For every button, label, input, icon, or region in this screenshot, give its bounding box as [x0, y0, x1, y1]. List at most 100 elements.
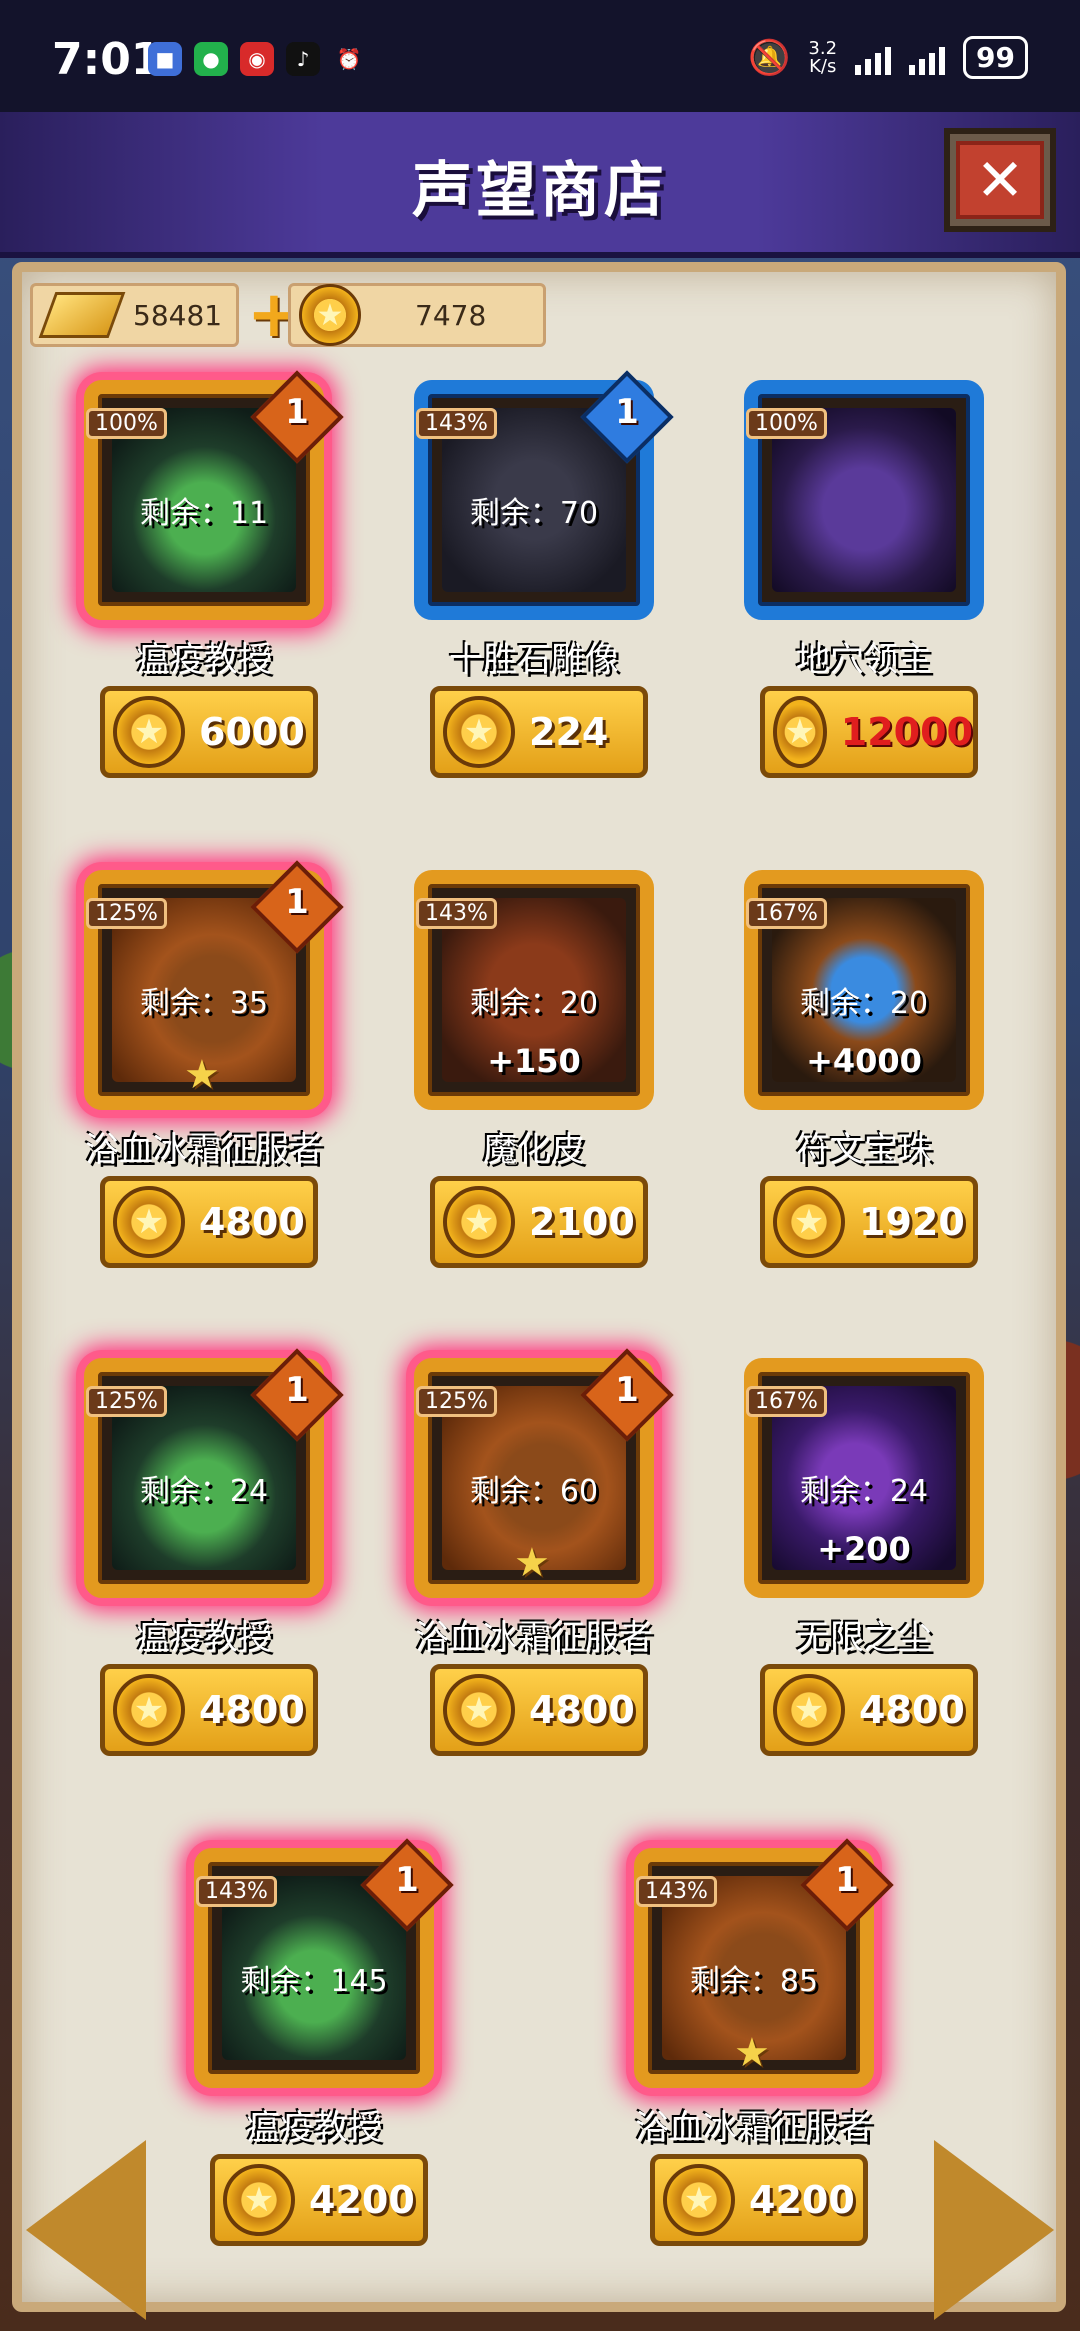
status-bar: 7:01 ■ ● ◉ ♪ ⏰ 🔕 3.2 K/s 99	[0, 0, 1080, 120]
item-price: 1920	[859, 1200, 965, 1244]
bonus-amount: +150	[487, 1042, 581, 1080]
gold-bar-icon	[38, 292, 126, 338]
item-name: 瘟疫教授	[246, 2108, 382, 2148]
coin-amount: 7478	[415, 298, 487, 332]
item-name: 符文宝珠	[796, 1130, 932, 1170]
coin-icon: ★	[773, 696, 827, 768]
discount-tag: 167%	[746, 1386, 827, 1417]
item-price: 4800	[199, 1688, 305, 1732]
speed-value: 3.2	[808, 37, 838, 59]
badge-number: 1	[285, 882, 309, 922]
buy-button[interactable]: ★ 224	[430, 686, 648, 778]
item-price: 4200	[309, 2178, 415, 2222]
discount-tag: 125%	[86, 898, 167, 929]
network-speed: 3.2 K/s	[808, 37, 838, 77]
coin-icon: ★	[113, 1186, 185, 1258]
item-price: 4800	[199, 1200, 305, 1244]
remaining-count: 剩余：20	[799, 986, 929, 1021]
badge-number: 1	[285, 392, 309, 432]
status-time: 7:01	[52, 34, 162, 85]
app-icon: ■	[148, 42, 182, 76]
coin-icon: ★	[773, 1186, 845, 1258]
next-page-arrow-icon[interactable]	[934, 2140, 1054, 2320]
discount-tag: 143%	[416, 898, 497, 929]
star-icon: ★	[734, 2030, 770, 2076]
star-icon: ★	[184, 1052, 220, 1098]
gold-amount: 58481	[133, 298, 223, 332]
badge-number: 1	[615, 392, 639, 432]
remaining-count: 剩余：24	[799, 1474, 929, 1509]
item-price: 2100	[529, 1200, 635, 1244]
item-name: 浴血冰霜征服者	[415, 1618, 653, 1658]
buy-button[interactable]: ★ 4200	[210, 2154, 428, 2246]
tiktok-icon: ♪	[286, 42, 320, 76]
item-name: 瘟疫教授	[136, 640, 272, 680]
prev-page-arrow-icon[interactable]	[26, 2140, 146, 2320]
discount-tag: 143%	[196, 1876, 277, 1907]
mute-bell-icon: 🔕	[748, 37, 791, 78]
discount-tag: 125%	[86, 1386, 167, 1417]
remaining-count: 剩余：11	[139, 496, 269, 531]
buy-button[interactable]: ★ 1920	[760, 1176, 978, 1268]
page-title: 声望商店	[412, 156, 668, 226]
item-price: 4200	[749, 2178, 855, 2222]
buy-button[interactable]: ★ 4800	[100, 1664, 318, 1756]
discount-tag: 143%	[636, 1876, 717, 1907]
coin-icon: ★	[663, 2164, 735, 2236]
item-price: 12000	[840, 710, 973, 754]
bonus-amount: +4000	[806, 1042, 922, 1080]
coin-icon: ★	[223, 2164, 295, 2236]
remaining-count: 剩余：35	[139, 986, 269, 1021]
coin-icon: ★	[113, 1674, 185, 1746]
item-name: 十胜石雕像	[449, 640, 619, 680]
badge-number: 1	[835, 1860, 859, 1900]
remaining-count: 剩余：20	[469, 986, 599, 1021]
close-button[interactable]: ✕	[944, 128, 1056, 232]
status-right: 🔕 3.2 K/s 99	[748, 36, 1028, 79]
remaining-count: 剩余：85	[689, 1964, 819, 1999]
remaining-count: 剩余：70	[469, 496, 599, 531]
coin-box: ★ 7478	[288, 283, 546, 347]
battery-indicator: 99	[963, 36, 1028, 79]
buy-button[interactable]: ★ 4800	[760, 1664, 978, 1756]
discount-tag: 167%	[746, 898, 827, 929]
item-name: 瘟疫教授	[136, 1618, 272, 1658]
star-icon: ★	[514, 1540, 550, 1586]
coin-icon: ★	[443, 1186, 515, 1258]
item-name: 浴血冰霜征服者	[635, 2108, 873, 2148]
signal-icon	[855, 41, 892, 75]
gold-currency: 58481 +	[30, 278, 301, 352]
speed-unit: K/s	[809, 55, 837, 77]
discount-tag: 143%	[416, 408, 497, 439]
item-price: 224	[529, 710, 609, 754]
buy-button[interactable]: ★ 6000	[100, 686, 318, 778]
coin-icon: ★	[773, 1674, 845, 1746]
buy-button[interactable]: ★ 12000	[760, 686, 978, 778]
coin-icon: ★	[443, 1674, 515, 1746]
badge-number: 1	[285, 1370, 309, 1410]
buy-button[interactable]: ★ 4800	[430, 1664, 648, 1756]
remaining-count: 剩余：60	[469, 1474, 599, 1509]
item-name: 浴血冰霜征服者	[85, 1130, 323, 1170]
buy-button[interactable]: ★ 4800	[100, 1176, 318, 1268]
badge-number: 1	[615, 1370, 639, 1410]
item-name: 无限之尘	[796, 1618, 932, 1658]
bank-icon: ◉	[240, 42, 274, 76]
gold-box: 58481	[30, 283, 240, 347]
discount-tag: 125%	[416, 1386, 497, 1417]
discount-tag: 100%	[86, 408, 167, 439]
wechat-icon: ●	[194, 42, 228, 76]
close-icon: ✕	[956, 141, 1044, 219]
item-price: 4800	[859, 1688, 965, 1732]
coin-icon: ★	[443, 696, 515, 768]
discount-tag: 100%	[746, 408, 827, 439]
bonus-amount: +200	[817, 1530, 911, 1568]
prestige-coin-icon: ★	[299, 284, 361, 346]
buy-button[interactable]: ★ 2100	[430, 1176, 648, 1268]
badge-number: 1	[395, 1860, 419, 1900]
item-name: 地穴领主	[796, 640, 932, 680]
title-bar: 声望商店	[0, 112, 1080, 258]
buy-button[interactable]: ★ 4200	[650, 2154, 868, 2246]
item-price: 4800	[529, 1688, 635, 1732]
remaining-count: 剩余：145	[240, 1964, 388, 1999]
